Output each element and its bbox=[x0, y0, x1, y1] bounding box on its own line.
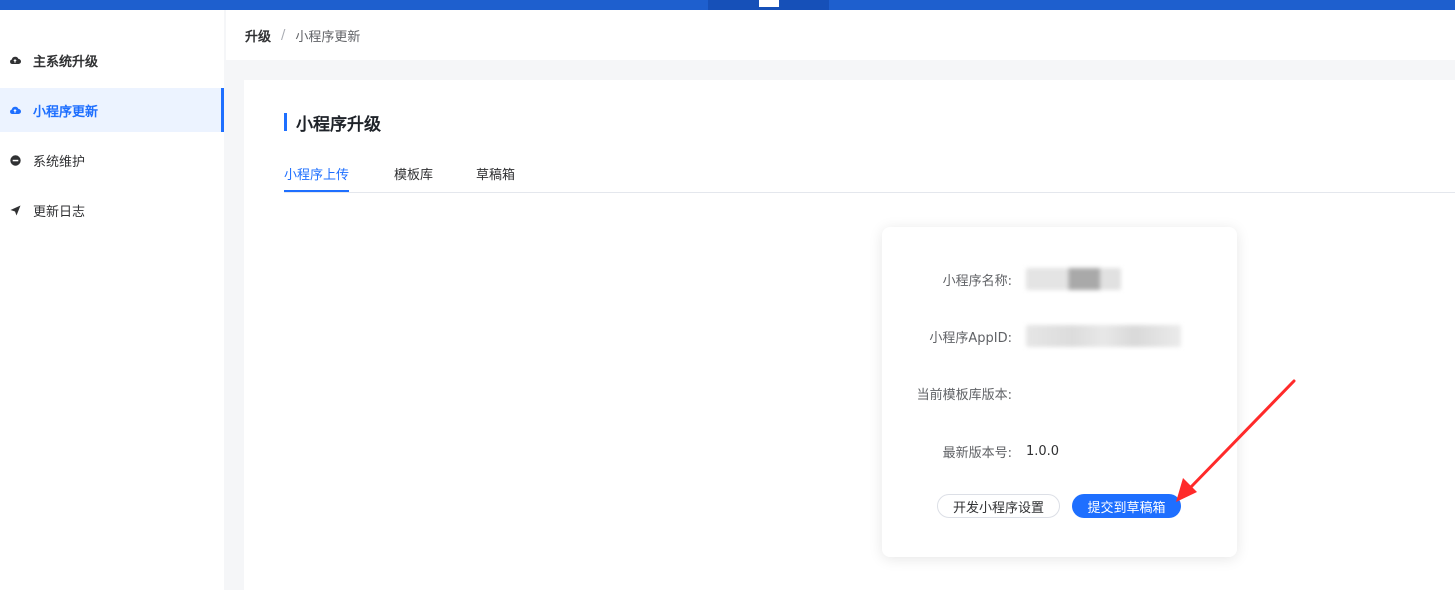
sidebar-item-main-system-upgrade[interactable]: 主系统升级 bbox=[0, 38, 224, 82]
template-version-label: 当前模板库版本: bbox=[916, 387, 1012, 403]
section-title-text: 小程序升级 bbox=[296, 114, 381, 135]
cloud-icon bbox=[9, 54, 21, 66]
breadcrumb-root[interactable]: 升级 bbox=[245, 26, 271, 45]
form-row-appid: 小程序AppID: bbox=[882, 324, 1237, 348]
tab-template-library[interactable]: 模板库 bbox=[394, 164, 433, 190]
sidebar-item-label: 小程序更新 bbox=[33, 104, 99, 120]
tab-miniprogram-upload[interactable]: 小程序上传 bbox=[284, 164, 350, 192]
name-value-redacted bbox=[1026, 268, 1121, 290]
tab-bar: 小程序上传 模板库 草稿箱 bbox=[284, 158, 1455, 193]
top-nav-active-tab[interactable] bbox=[708, 0, 829, 10]
form-row-latest-version: 最新版本号: 1.0.0 bbox=[882, 439, 1237, 463]
sidebar-item-system-maintenance[interactable]: 系统维护 bbox=[0, 138, 224, 182]
sidebar-item-label: 系统维护 bbox=[33, 154, 86, 170]
title-accent-bar bbox=[284, 113, 287, 131]
main-panel: 小程序升级 小程序上传 模板库 草稿箱 小程序名称: 小程序AppID: 当前模… bbox=[244, 80, 1455, 590]
latest-version-value: 1.0.0 bbox=[1026, 443, 1060, 459]
submit-draft-button[interactable]: 提交到草稿箱 bbox=[1072, 494, 1181, 518]
appid-label: 小程序AppID: bbox=[929, 330, 1012, 346]
minus-circle-icon bbox=[9, 154, 21, 166]
upload-card: 小程序名称: 小程序AppID: 当前模板库版本: 最新版本号: 1.0.0 开… bbox=[882, 227, 1237, 557]
sidebar-item-label: 主系统升级 bbox=[33, 54, 99, 70]
cloud-icon bbox=[9, 104, 21, 116]
name-label: 小程序名称: bbox=[942, 273, 1012, 289]
dev-settings-button[interactable]: 开发小程序设置 bbox=[937, 494, 1060, 518]
top-nav-indicator bbox=[759, 0, 779, 7]
form-row-name: 小程序名称: bbox=[882, 267, 1237, 291]
sidebar-item-label: 更新日志 bbox=[33, 204, 86, 220]
breadcrumb: 升级 / 小程序更新 bbox=[226, 10, 1455, 60]
paper-plane-icon bbox=[9, 204, 21, 216]
sidebar-item-miniprogram-update[interactable]: 小程序更新 bbox=[0, 88, 224, 132]
sidebar: 主系统升级 小程序更新 系统维护 更新日志 bbox=[0, 10, 224, 590]
top-navbar bbox=[0, 0, 1455, 10]
tab-drafts[interactable]: 草稿箱 bbox=[476, 164, 515, 190]
form-row-template-version: 当前模板库版本: bbox=[882, 381, 1237, 405]
latest-version-label: 最新版本号: bbox=[942, 445, 1012, 461]
sidebar-item-update-log[interactable]: 更新日志 bbox=[0, 188, 224, 232]
breadcrumb-separator: / bbox=[281, 27, 286, 43]
section-title: 小程序升级 bbox=[284, 112, 381, 135]
appid-value-redacted bbox=[1026, 325, 1181, 347]
breadcrumb-current: 小程序更新 bbox=[295, 29, 361, 45]
